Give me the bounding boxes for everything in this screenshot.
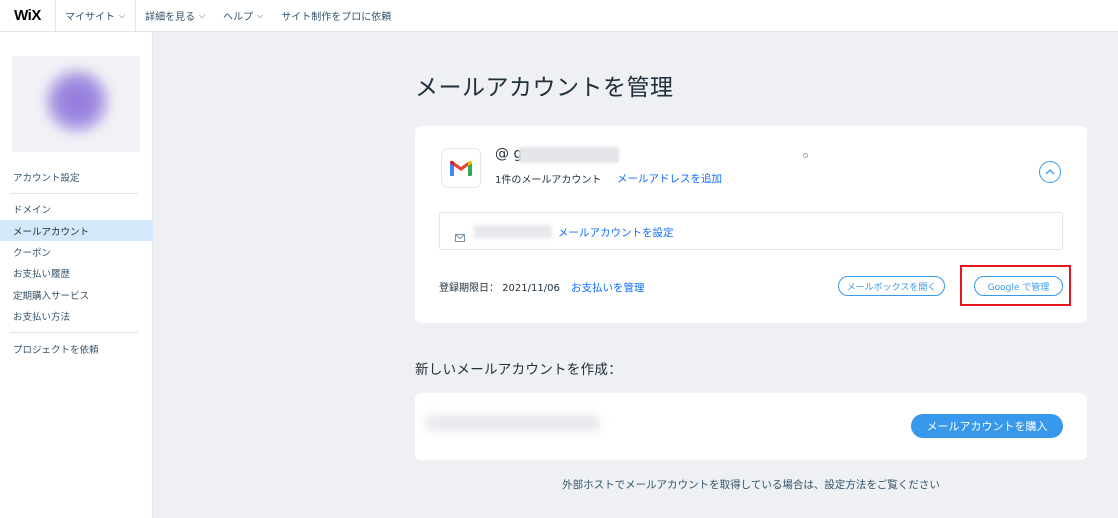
sidebar: アカウント設定 ドメイン メールアカウント クーポン お支払い履歴 定期購入サー… [0, 32, 153, 518]
add-email-link[interactable]: メールアドレスを追加 [617, 171, 722, 186]
sidebar-item-account-settings[interactable]: アカウント設定 [0, 166, 153, 187]
nav-help[interactable]: ヘルプ ⌵ [214, 0, 272, 32]
redacted-domain [425, 415, 601, 431]
redacted-mailbox-address [474, 225, 552, 238]
expiry-info: 登録期限日： 2021/11/06 お支払いを管理 [439, 279, 645, 295]
highlight-box [960, 265, 1071, 306]
sidebar-item-payment-methods[interactable]: お支払い方法 [0, 305, 153, 326]
nav-hire-pro[interactable]: サイト制作をプロに依頼 [272, 0, 400, 32]
mailbox-row: メールアカウントを設定 [439, 212, 1063, 250]
mail-account-card: @ g 1件のメールアカウント メールアドレスを追加 メールアカウントを設定 登… [415, 126, 1087, 323]
redacted-email [519, 147, 619, 163]
nav-explore[interactable]: 詳細を見る ⌵ [136, 0, 214, 32]
nav-my-sites[interactable]: マイサイト ⌵ [56, 0, 137, 32]
setup-mailbox-link[interactable]: メールアカウントを設定 [558, 225, 674, 240]
sidebar-item-billing-history[interactable]: お支払い履歴 [0, 262, 153, 283]
expiry-label: 登録期限日： [439, 283, 499, 294]
wix-logo[interactable]: WiX [0, 0, 56, 32]
top-navigation-bar: WiX マイサイト ⌵ 詳細を見る ⌵ ヘルプ ⌵ サイト制作をプロに依頼 [0, 0, 1118, 32]
chevron-down-icon: ⌵ [119, 10, 126, 20]
create-mailbox-card: メールアカウントを購入 [415, 393, 1087, 460]
chevron-down-icon: ⌵ [257, 10, 264, 20]
nav-my-sites-label: マイサイト [65, 12, 115, 23]
envelope-icon [455, 227, 465, 246]
buy-mailbox-button[interactable]: メールアカウントを購入 [911, 414, 1063, 438]
sidebar-item-coupons[interactable]: クーポン [0, 241, 153, 262]
mailbox-count: 1件のメールアカウント [495, 175, 602, 186]
external-host-note: 外部ホストでメールアカウントを取得している場合は、設定方法をご覧ください [562, 479, 940, 491]
nav-hire-pro-label: サイト制作をプロに依頼 [281, 12, 392, 23]
chevron-down-icon: ⌵ [199, 10, 206, 20]
gmail-logo-icon [441, 148, 481, 188]
chevron-up-icon[interactable] [1039, 161, 1061, 183]
sidebar-divider [10, 332, 138, 333]
manage-payment-link[interactable]: お支払いを管理 [571, 282, 645, 294]
sidebar-item-subscriptions[interactable]: 定期購入サービス [0, 284, 153, 305]
page-title: メールアカウントを管理 [415, 75, 674, 101]
open-mailbox-button[interactable]: メールボックスを開く [838, 276, 945, 296]
status-dot [803, 153, 808, 158]
nav-explore-label: 詳細を見る [145, 12, 196, 23]
sidebar-item-domains[interactable]: ドメイン [0, 198, 153, 219]
nav-help-label: ヘルプ [223, 12, 254, 23]
sidebar-item-hire-project[interactable]: プロジェクトを依頼 [0, 338, 153, 359]
create-section-title: 新しいメールアカウントを作成： [415, 362, 622, 378]
expiry-date: 2021/11/06 [502, 283, 560, 294]
avatar-blurred-image [42, 66, 112, 136]
sidebar-item-mailboxes[interactable]: メールアカウント [0, 220, 153, 241]
avatar [12, 56, 140, 152]
sidebar-divider [10, 193, 138, 194]
